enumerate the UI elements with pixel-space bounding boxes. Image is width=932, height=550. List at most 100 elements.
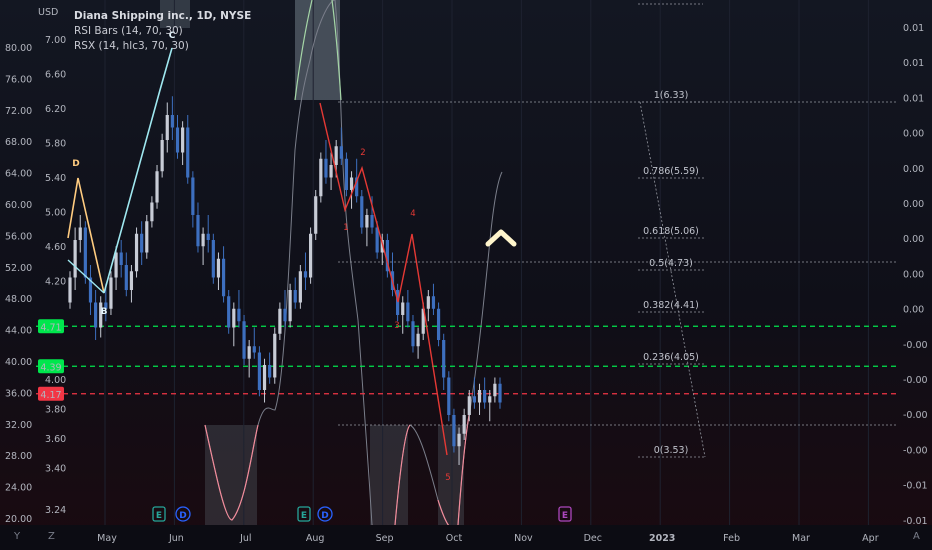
level-badge-label: 4.17	[40, 390, 61, 401]
candle-body	[221, 258, 226, 297]
time-axis-label: Oct	[446, 533, 463, 544]
legend[interactable]: Diana Shipping inc., 1D, NYSE RSI Bars (…	[74, 9, 251, 54]
candle-body	[288, 290, 292, 322]
fib-trend-line	[639, 101, 706, 458]
candle-body	[124, 265, 128, 290]
outer-scale-label: 48.00	[5, 294, 32, 305]
candle-body	[242, 321, 246, 359]
outer-scale-label: 24.00	[5, 483, 32, 494]
event-marker-label: E	[156, 511, 162, 521]
candle-body	[119, 252, 123, 265]
time-axis-label: 2023	[649, 533, 675, 544]
candle-body	[175, 127, 180, 153]
candle-body	[283, 308, 287, 322]
outer-scale-label: 80.00	[5, 43, 32, 54]
wave-label: 2	[360, 148, 365, 158]
candle-body	[436, 308, 441, 340]
horizontal-levels: 4.71 4.39 4.17	[36, 319, 898, 401]
price-scale-label: 5.80	[45, 139, 66, 150]
candle-body	[68, 277, 72, 303]
candle-body	[324, 158, 328, 178]
candle-body	[273, 333, 277, 378]
right-scale-label: 0.00	[903, 129, 924, 140]
candle-body	[426, 296, 430, 309]
candle-body	[155, 171, 159, 203]
candle-body	[134, 233, 139, 272]
candle-body	[406, 302, 410, 322]
price-chart[interactable]: 4.71 4.39 4.17 1(6.33) 0.786(5.59) 0.618(5.0…	[0, 0, 932, 550]
candle-body	[170, 115, 174, 128]
price-scale-label: 6.60	[45, 70, 66, 81]
candle-body	[314, 196, 318, 234]
time-axis-label: May	[97, 533, 117, 544]
outer-scale-label: 76.00	[5, 74, 32, 85]
outer-scale-label: 56.00	[5, 231, 32, 242]
outer-scale-label: 32.00	[5, 420, 32, 431]
auto-scale-button[interactable]: A	[913, 531, 920, 542]
candle-body	[457, 433, 461, 447]
candlesticks	[68, 96, 502, 465]
candle-body	[375, 227, 379, 253]
candle-body	[165, 115, 169, 140]
elliott-wave[interactable]	[319, 102, 448, 456]
candle-body	[370, 215, 374, 228]
candle-body	[447, 377, 451, 415]
fib-level-label: 0.786(5.59)	[643, 166, 699, 177]
candle-body	[191, 177, 195, 215]
fib-level-label: 0.236(4.05)	[643, 352, 699, 363]
candle-body	[431, 296, 436, 309]
candle-body	[257, 352, 262, 390]
right-scale-label: -0.00	[903, 340, 928, 351]
event-marker-label: D	[179, 511, 186, 521]
candle-body	[411, 321, 415, 347]
candle-body	[140, 233, 144, 253]
candle-body	[401, 302, 405, 315]
candle-body	[467, 396, 471, 415]
candle-body	[308, 233, 313, 278]
timeframe-y-button[interactable]: Y	[14, 531, 20, 542]
outer-scale-label: 60.00	[5, 200, 32, 211]
candle-body	[83, 227, 87, 278]
candle-body	[262, 365, 267, 390]
right-scale-label: 0.00	[903, 234, 924, 245]
outer-scale-label: 44.00	[5, 326, 32, 337]
event-marker-label: E	[301, 511, 307, 521]
candle-body	[339, 146, 343, 159]
wave-label: 5	[445, 473, 450, 483]
candle-body	[483, 390, 487, 403]
candle-body	[181, 127, 185, 153]
right-scale-label: -0.01	[903, 481, 928, 492]
time-axis-label: Feb	[723, 533, 740, 544]
candle-body	[416, 333, 420, 347]
axes: 80.00 76.00 72.00 68.00 64.00 60.00 56.00 52.00…	[0, 23, 932, 550]
right-scale-label: 0.00	[903, 305, 924, 316]
harmonic-point-label: D	[72, 159, 79, 169]
outer-scale-label: 20.00	[5, 514, 32, 525]
price-scale-label: 7.00	[45, 35, 66, 46]
candle-body	[145, 221, 149, 253]
fib-level-label: 0.5(4.73)	[649, 258, 693, 269]
fib-level-label: 1(6.33)	[654, 90, 689, 101]
time-axis-label: Jul	[239, 533, 251, 544]
wave-label: 4	[410, 209, 415, 219]
candle-body	[247, 346, 251, 359]
outer-scale-label: 72.00	[5, 106, 32, 117]
fibonacci-retracement[interactable]: 1(6.33) 0.786(5.59) 0.618(5.06) 0.5(4.73) 0.…	[338, 3, 898, 458]
price-scale-label: 4.20	[45, 277, 66, 288]
zoom-button[interactable]: Z	[48, 531, 55, 542]
harmonic-point-label: B	[101, 307, 108, 317]
candle-body	[488, 396, 492, 403]
time-axis-label: Apr	[862, 533, 879, 544]
candle-body	[227, 296, 231, 328]
candle-body	[252, 346, 256, 353]
candle-body	[232, 308, 236, 328]
fib-level-label: 0(3.53)	[654, 445, 689, 456]
legend-rsi-bars[interactable]: RSI Bars (14, 70, 30)	[74, 24, 251, 39]
up-arrow-marker	[485, 229, 517, 247]
chart-root[interactable]: 4.71 4.39 4.17 1(6.33) 0.786(5.59) 0.618(5.0…	[0, 0, 932, 550]
legend-symbol[interactable]: Diana Shipping inc., 1D, NYSE	[74, 9, 251, 24]
legend-rsx[interactable]: RSX (14, hlc3, 70, 30)	[74, 39, 251, 54]
candle-body	[293, 290, 297, 303]
right-scale-label: -0.00	[903, 410, 928, 421]
price-scale-label: 3.24	[45, 505, 66, 516]
